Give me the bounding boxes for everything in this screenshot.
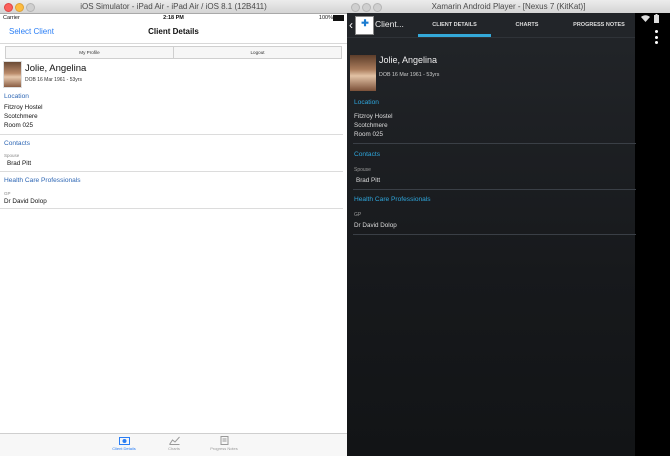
- gp-label: GP: [4, 191, 11, 196]
- charts-icon: [168, 436, 180, 445]
- client-dob: DOB 16 Mar 1961 - 53yrs: [379, 72, 440, 78]
- tab-progress-notes[interactable]: PROGRESS NOTES: [563, 13, 635, 37]
- client-avatar: [350, 55, 376, 91]
- page-title: Client Details: [148, 27, 199, 36]
- divider: [0, 134, 343, 135]
- gp-label: GP: [354, 212, 362, 218]
- action-bar-title: Client...: [375, 19, 404, 29]
- location-line: Scotchmere: [4, 113, 38, 120]
- minimize-window-button[interactable]: [15, 3, 24, 12]
- location-line: Scotchmere: [354, 122, 388, 129]
- tab-label: Client Details: [112, 446, 136, 451]
- ios-navigation-bar: Select Client Client Details: [0, 23, 347, 44]
- zoom-window-button[interactable]: [373, 3, 382, 12]
- status-time: 2:18 PM: [163, 15, 184, 21]
- overflow-menu-icon[interactable]: [655, 30, 658, 44]
- contacts-heading: Contacts: [354, 151, 381, 158]
- android-status-bar: [635, 13, 670, 25]
- location-heading: Location: [354, 99, 379, 106]
- hcp-heading: Health Care Professionals: [4, 177, 81, 184]
- ios-tab-bar: Client Details Charts Progress Notes: [0, 433, 347, 456]
- location-line: Fitzroy Hostel: [4, 104, 43, 111]
- divider: [0, 208, 343, 209]
- close-window-button[interactable]: [4, 3, 13, 12]
- ios-window-title: iOS Simulator - iPad Air - iPad Air / iO…: [80, 2, 267, 11]
- location-line: Room 025: [354, 131, 384, 138]
- my-profile-button[interactable]: My Profile: [6, 47, 173, 58]
- divider: [353, 189, 636, 190]
- divider: [0, 171, 343, 172]
- divider: [353, 234, 636, 235]
- logout-button[interactable]: Logout: [173, 47, 341, 58]
- wifi-icon: [641, 15, 650, 22]
- contacts-heading: Contacts: [4, 140, 31, 147]
- client-details-icon: [118, 437, 130, 445]
- spouse-value[interactable]: Brad Pitt: [7, 160, 31, 167]
- ios-status-bar: Carrier 2:18 PM 100%: [0, 13, 347, 23]
- location-line: Fitzroy Hostel: [354, 113, 393, 120]
- gp-value[interactable]: Dr David Dolop: [354, 222, 397, 229]
- android-window-title: Xamarin Android Player - [Nexus 7 (KitKa…: [431, 2, 586, 11]
- tab-charts[interactable]: Charts: [154, 436, 194, 451]
- client-name: Jolie, Angelina: [379, 55, 438, 65]
- tab-label: Progress Notes: [210, 446, 238, 451]
- spouse-label: Spouse: [4, 153, 20, 158]
- client-name: Jolie, Angelina: [25, 63, 87, 74]
- ios-simulator-window: iOS Simulator - iPad Air - iPad Air / iO…: [0, 0, 347, 456]
- profile-segmented-control: My Profile Logout: [5, 46, 342, 59]
- app-icon[interactable]: ✚: [355, 16, 374, 35]
- close-window-button[interactable]: [351, 3, 360, 12]
- battery-icon: [654, 14, 659, 23]
- minimize-window-button[interactable]: [362, 3, 371, 12]
- battery-icon: [333, 15, 344, 21]
- tab-progress-notes[interactable]: Progress Notes: [204, 436, 244, 451]
- spouse-value[interactable]: Brad Pitt: [356, 177, 380, 184]
- ios-title-bar: iOS Simulator - iPad Air - iPad Air / iO…: [0, 0, 347, 14]
- android-player-window: Xamarin Android Player - [Nexus 7 (KitKa…: [347, 0, 670, 456]
- tab-charts[interactable]: CHARTS: [491, 13, 563, 37]
- client-avatar: [3, 61, 22, 88]
- android-action-bar: ‹ ✚ Client... CLIENT DETAILS CHARTS PROG…: [347, 13, 635, 38]
- gp-value[interactable]: Dr David Dolop: [4, 198, 47, 205]
- location-heading: Location: [4, 93, 29, 100]
- plus-icon: ✚: [361, 18, 369, 28]
- hcp-heading: Health Care Professionals: [354, 196, 431, 203]
- tab-client-details[interactable]: Client Details: [104, 436, 144, 451]
- back-chevron-icon[interactable]: ‹: [349, 18, 353, 32]
- battery-percent: 100%: [318, 15, 333, 21]
- android-side-panel: [635, 13, 670, 456]
- tab-client-details[interactable]: CLIENT DETAILS: [418, 13, 491, 37]
- zoom-window-button[interactable]: [26, 3, 35, 12]
- client-dob: DOB 16 Mar 1961 - 53yrs: [25, 77, 82, 83]
- tab-label: Charts: [168, 446, 180, 451]
- progress-notes-icon: [220, 436, 228, 445]
- location-line: Room 025: [4, 122, 34, 129]
- divider: [353, 143, 636, 144]
- spouse-label: Spouse: [354, 167, 371, 173]
- android-title-bar: Xamarin Android Player - [Nexus 7 (KitKa…: [347, 0, 670, 14]
